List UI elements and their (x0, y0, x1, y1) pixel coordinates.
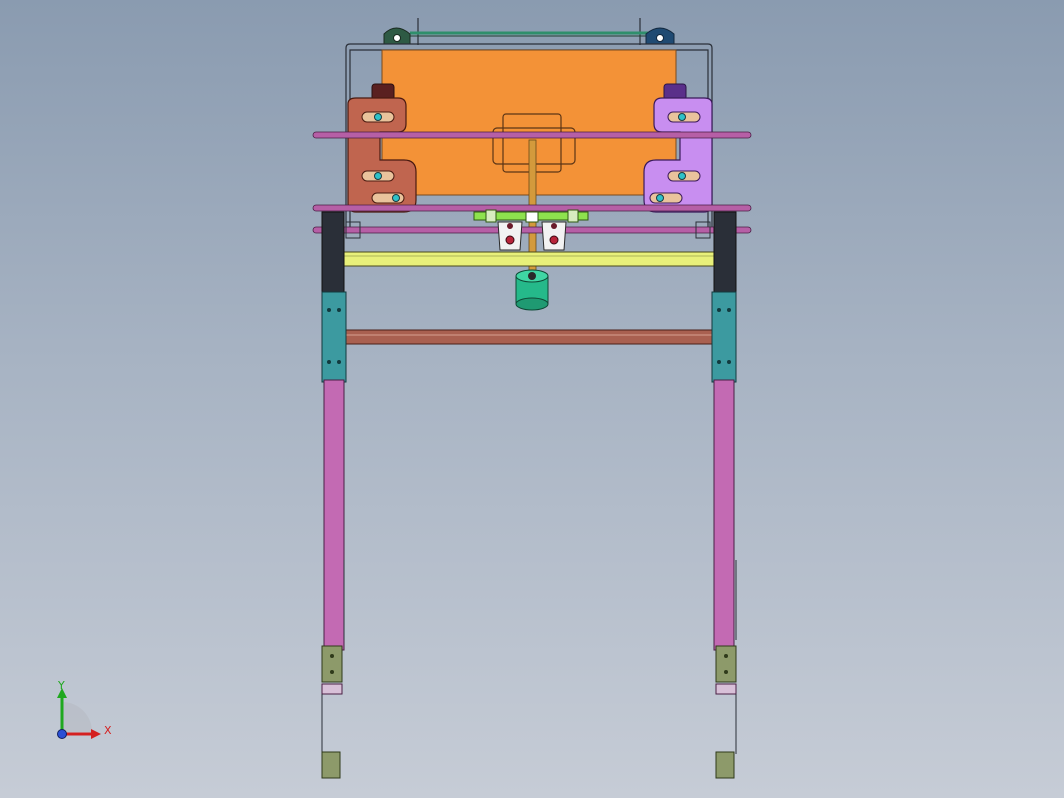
right-clamp[interactable] (541, 221, 567, 251)
left-leg[interactable] (321, 211, 347, 779)
green-weight[interactable] (515, 269, 549, 311)
top-handle[interactable] (410, 18, 648, 45)
middle-rod[interactable] (312, 204, 752, 212)
x-axis-label: X (104, 724, 112, 737)
triad-plane-icon (62, 702, 92, 732)
top-right-hook[interactable] (645, 27, 675, 45)
lower-rod[interactable] (312, 226, 752, 234)
brown-crossbar[interactable] (345, 329, 713, 345)
y-axis-label: Y (57, 679, 65, 692)
green-carriage[interactable] (473, 209, 589, 223)
upper-rod[interactable] (312, 131, 752, 139)
top-left-hook[interactable] (383, 27, 411, 45)
yellow-crossbar[interactable] (341, 251, 717, 267)
orientation-triad: Y X (57, 679, 112, 739)
right-leg[interactable] (711, 211, 737, 779)
z-axis-origin (57, 729, 67, 739)
cad-viewport[interactable]: Y X (0, 0, 1064, 798)
cad-model-view[interactable]: Y X (0, 0, 1064, 798)
left-clamp[interactable] (497, 221, 523, 251)
